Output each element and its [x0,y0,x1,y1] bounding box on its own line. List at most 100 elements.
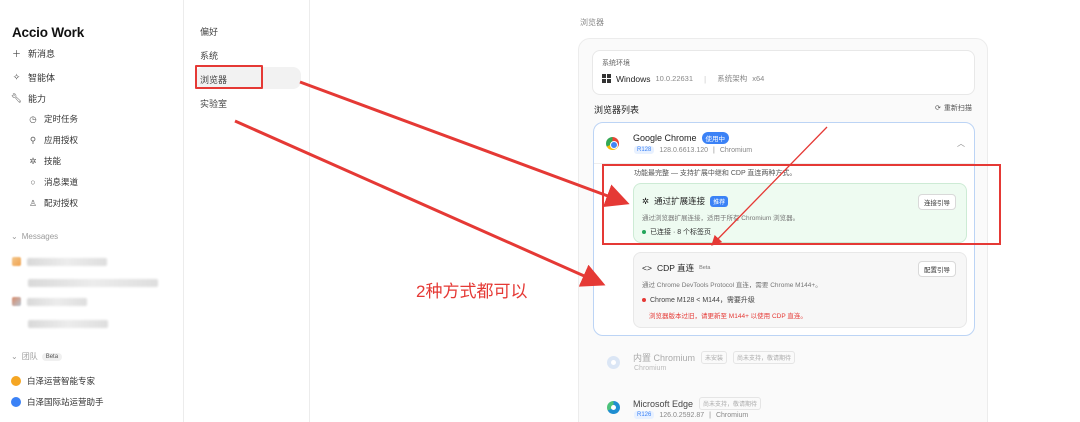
blurred-text [27,297,87,306]
brand-logo: Accio Work [12,25,85,40]
browser-version: 126.0.2592.87 [659,411,705,419]
rescan-label: 重新扫描 [943,105,972,112]
user-icon: ♙ [29,197,37,208]
cdp-warning: Chrome M128 < M144，需要升级 [642,295,755,305]
annotation-arrow [299,80,630,208]
config-guide-button[interactable]: 配置引导 [918,261,956,277]
new-message-button[interactable]: ＋ 新消息 [11,47,55,60]
annotation-text: 2种方式都可以 [416,282,528,301]
sidebar-item-app-auth[interactable]: ⚲ 应用授权 [28,134,78,146]
blurred-text [28,279,158,287]
cdp-warning-label: Chrome M128 < M144，需要升级 [650,297,755,304]
browser-name: 内置 Chromium [633,353,696,363]
wrench-icon: 🔧︎ [10,93,23,103]
team-item[interactable]: 白泽运营智能专家 [11,375,95,387]
sidebar-item-label: 技能 [44,156,62,166]
list-item [28,279,158,287]
cdp-title-label: CDP 直连 [656,263,695,273]
menu-item-lab[interactable]: 实验室 [200,97,227,110]
list-item[interactable] [12,257,107,266]
chevron-down-icon: ⌄ [11,232,18,241]
os-version: 10.0.22631 [655,74,694,83]
version-tag: R128 [634,146,655,154]
annotation-highlight-box [602,164,1001,245]
team-avatar-icon [11,397,21,407]
team-section-toggle[interactable]: ⌄ 团队 Beta [11,351,63,362]
status-tag: 尚未支持，敬请期待 [699,397,762,410]
edge-title[interactable]: Microsoft Edge 尚未支持，敬请期待 [633,397,762,410]
divider: | [704,73,707,84]
team-item-label: 白泽运营智能专家 [27,376,96,386]
cdp-title: <> CDP 直连 Beta [642,262,710,274]
warning-dot-icon [642,298,646,302]
blurred-text [28,320,108,328]
team-item[interactable]: 白泽国际站运营助手 [11,396,104,408]
puzzle-icon: ✲ [29,155,37,166]
team-avatar-icon [11,376,21,386]
refresh-icon: ⟳ [935,105,941,112]
status-tag: 未安装 [701,351,728,364]
chromium-title[interactable]: 内置 Chromium 未安装 尚未支持，敬请期待 [633,351,796,364]
version-tag: R126 [634,411,655,419]
status-tag: 尚未支持，敬请期待 [733,351,796,364]
edge-meta: R126 126.0.2592.87 | Chromium [634,411,748,419]
avatar [12,297,21,306]
annotation-highlight-box [195,65,263,89]
sidebar-item-label: 配对授权 [44,198,79,208]
sidebar-item-agent[interactable]: ✧ 智能体 [11,71,55,84]
arch-label: 系统架构 [717,74,748,83]
messages-section-toggle[interactable]: ⌄ Messages [11,232,58,241]
browser-engine: Chromium [634,365,667,372]
divider: | [713,146,715,154]
chrome-icon [606,137,619,150]
chrome-title: Google Chrome 使用中 [633,132,730,144]
messages-header: Messages [21,232,59,241]
windows-icon [602,74,611,83]
share-icon: ⚲ [29,134,37,145]
cdp-upgrade-hint: 浏览器版本过旧，请更新至 M144+ 以使用 CDP 直连。 [649,313,807,320]
chevron-up-icon[interactable]: ︿ [957,138,965,149]
sidebar-item-scheduled-tasks[interactable]: ◷ 定时任务 [28,113,78,125]
browser-engine: Chromium [715,411,749,419]
sidebar-item-skills[interactable]: ✲ 技能 [28,155,61,167]
sidebar: Accio Work ＋ 新消息 ✧ 智能体 🔧︎ 能力 ◷ 定时任务 ⚲ 应用… [0,0,184,422]
sidebar-item-label: 定时任务 [44,114,79,124]
edge-icon [607,401,620,414]
chromium-icon [607,356,620,369]
blurred-text [27,257,107,266]
plus-icon: ＋ [11,49,21,59]
sidebar-item-pairing-auth[interactable]: ♙ 配对授权 [28,197,78,209]
clock-icon: ◷ [29,113,37,124]
menu-item-system[interactable]: 系统 [200,49,218,62]
browser-engine: Chromium [719,146,753,154]
browser-list-title: 浏览器列表 [594,105,640,115]
sidebar-item-label: 消息渠道 [44,177,79,187]
avatar [12,257,21,266]
browser-version: 128.0.6613.120 [659,146,709,154]
sidebar-item-label: 能力 [28,94,47,104]
page-title: 浏览器 [580,18,604,27]
chevron-down-icon: ⌄ [11,352,18,361]
chrome-meta: R128 128.0.6613.120 | Chromium [634,146,752,154]
os-name: Windows [616,73,651,84]
sidebar-item-message-channels[interactable]: ○ 消息渠道 [28,176,78,188]
beta-badge: Beta [699,265,711,271]
code-icon: <> [642,263,652,273]
sidebar-item-abilities[interactable]: 🔧︎ 能力 [11,92,46,105]
divider: | [709,411,711,419]
settings-menu [184,0,310,422]
rescan-button[interactable]: ⟳ 重新扫描 [935,103,972,113]
system-env-title: 系统环境 [602,60,630,67]
circle-icon: ○ [30,177,36,187]
team-header: 团队 [21,352,38,361]
browser-name: Google Chrome [633,133,697,143]
sidebar-item-label: 应用授权 [44,135,79,145]
new-message-label: 新消息 [28,49,56,59]
menu-item-preferences[interactable]: 偏好 [200,25,218,38]
list-item [28,320,108,328]
beta-badge: Beta [41,352,63,361]
list-item[interactable] [12,297,87,306]
sparkle-icon: ✧ [12,72,21,82]
sidebar-item-label: 智能体 [28,73,56,83]
cdp-description: 通过 Chrome DevTools Protocol 直连，需要 Chrome… [642,282,822,289]
